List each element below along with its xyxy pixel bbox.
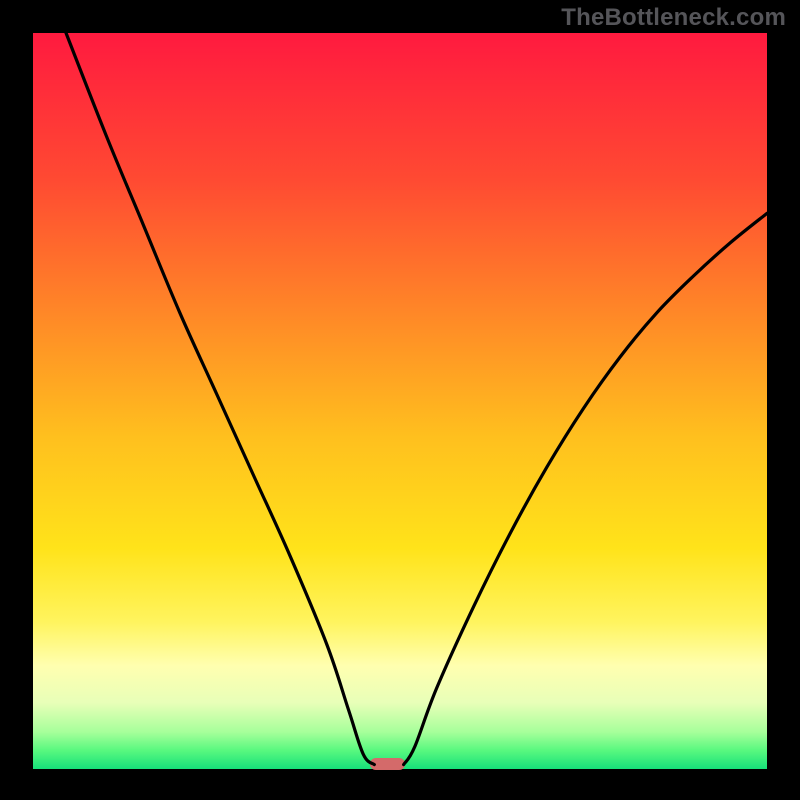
chart-frame: TheBottleneck.com xyxy=(0,0,800,800)
chart-canvas xyxy=(0,0,800,800)
watermark-text: TheBottleneck.com xyxy=(561,4,786,32)
plot-background xyxy=(33,33,767,769)
